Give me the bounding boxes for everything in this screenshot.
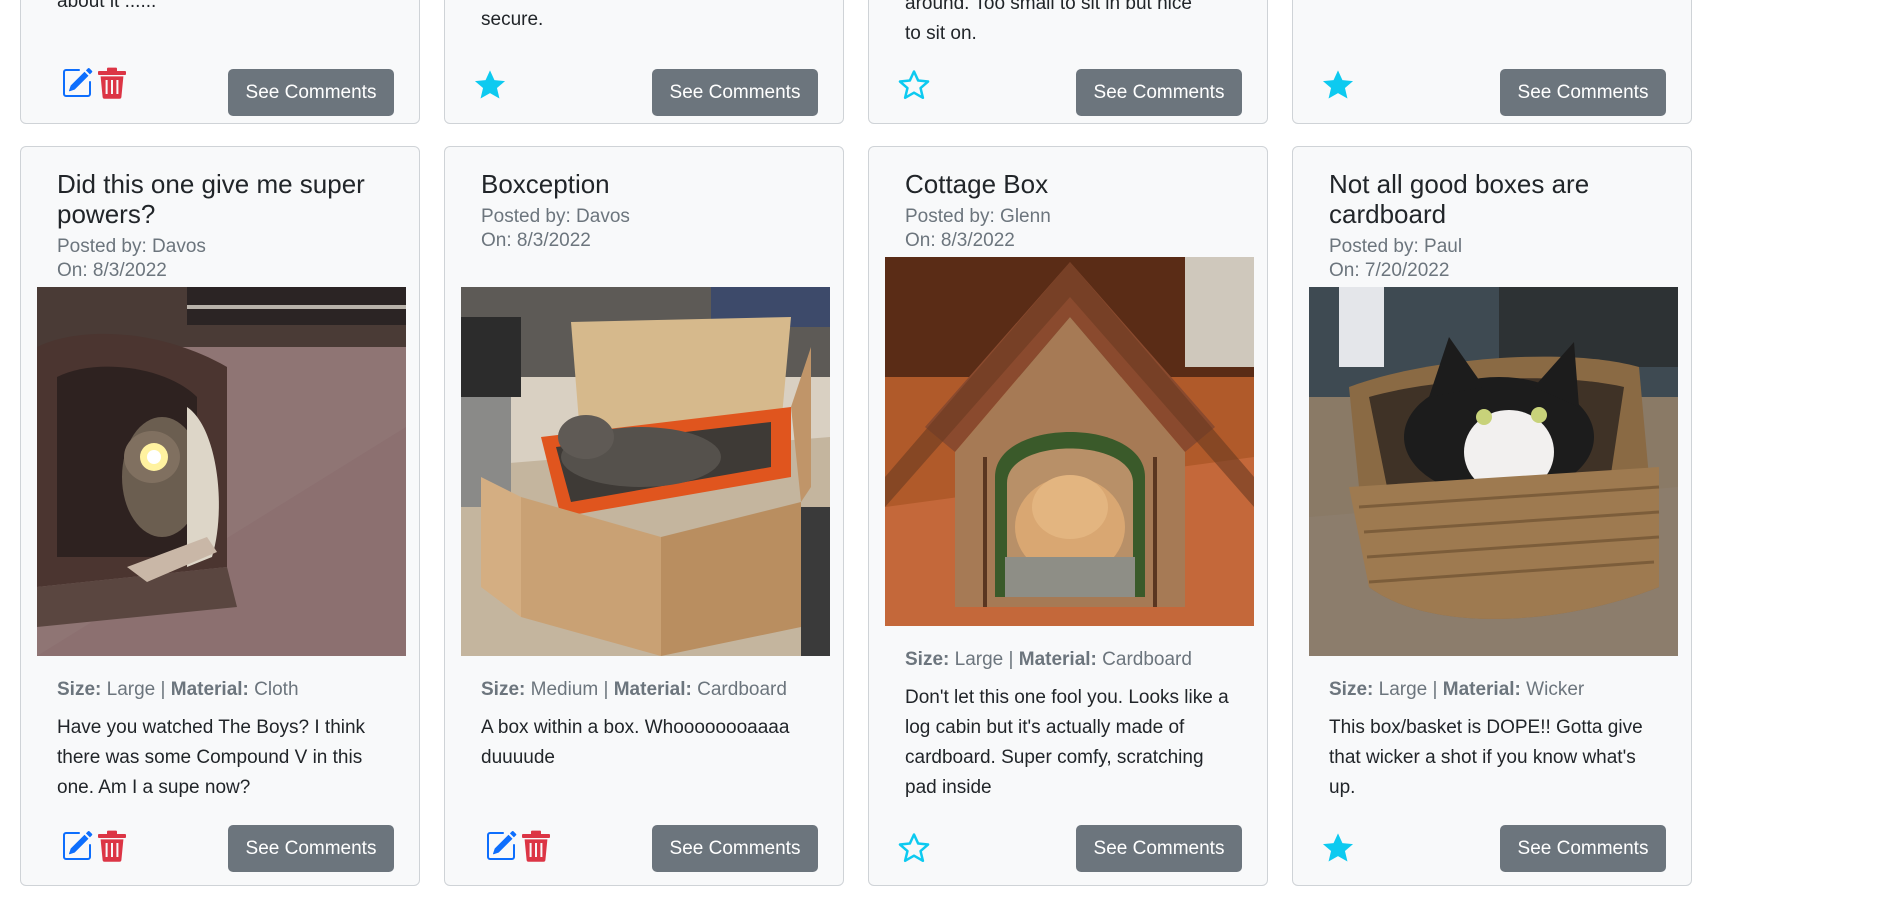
box-card: secure. See Comments (444, 0, 844, 124)
card-specs: Size: Large | Material: Cardboard (905, 649, 1192, 670)
edit-icon[interactable] (61, 830, 93, 862)
trash-icon[interactable] (97, 67, 127, 99)
posted-on: On: 8/3/2022 (905, 230, 1015, 251)
see-comments-button[interactable]: See Comments (1076, 69, 1242, 116)
photo-illustration (37, 287, 406, 656)
size-label: Size: (481, 679, 526, 700)
see-comments-button[interactable]: See Comments (652, 825, 818, 872)
box-card: around. Too small to sit in but nice to … (868, 0, 1268, 124)
card-title: Cottage Box (905, 169, 1049, 199)
size-value: Medium (530, 679, 599, 700)
card-title: Boxception (481, 169, 610, 199)
material-label: Material: (1018, 649, 1097, 670)
box-card: Cottage Box Posted by: Glenn On: 8/3/202… (868, 146, 1268, 886)
see-comments-button[interactable]: See Comments (1076, 825, 1242, 872)
material-value: Wicker (1526, 679, 1585, 700)
size-value: Large (1378, 679, 1428, 700)
material-label: Material: (613, 679, 692, 700)
posted-on: On: 8/3/2022 (481, 230, 591, 251)
star-outline-icon[interactable] (897, 69, 931, 101)
posted-on: On: 7/20/2022 (1329, 260, 1450, 281)
see-comments-button[interactable]: See Comments (228, 825, 394, 872)
box-card: Did this one give me super powers? Poste… (20, 146, 420, 886)
size-value: Large (954, 649, 1004, 670)
size-label: Size: (1329, 679, 1374, 700)
cat-in-cloth-cave-photo (37, 287, 406, 656)
trash-icon[interactable] (521, 830, 551, 862)
card-description: This box/basket is DOPE!! Gotta give tha… (1329, 717, 1643, 798)
star-outline-icon[interactable] (897, 832, 931, 864)
box-card: See Comments (1292, 0, 1692, 124)
card-description: about it ...... (57, 0, 157, 12)
card-description: around. Too small to sit in but nice to … (905, 0, 1235, 49)
description-line: to sit on. (905, 23, 977, 44)
star-filled-icon[interactable] (1321, 69, 1355, 101)
cat-in-wicker-basket-photo (1309, 287, 1678, 656)
posted-by: Posted by: Paul (1329, 236, 1463, 257)
material-value: Cardboard (1102, 649, 1192, 670)
card-description: Have you watched The Boys? I think there… (57, 717, 366, 798)
star-filled-icon[interactable] (1321, 832, 1355, 864)
cat-in-box-within-box-photo (461, 287, 830, 656)
material-value: Cloth (254, 679, 299, 700)
card-specs: Size: Large | Material: Wicker (1329, 679, 1585, 700)
box-card: Not all good boxes are cardboard Posted … (1292, 146, 1692, 886)
see-comments-button[interactable]: See Comments (228, 69, 394, 116)
see-comments-button[interactable]: See Comments (1500, 825, 1666, 872)
photo-illustration (461, 287, 830, 656)
posted-by: Posted by: Davos (481, 206, 630, 227)
card-title: Not all good boxes are cardboard (1329, 169, 1590, 229)
material-label: Material: (170, 679, 249, 700)
material-label: Material: (1442, 679, 1521, 700)
card-title: Did this one give me super powers? (57, 169, 365, 229)
size-value: Large (106, 679, 156, 700)
size-label: Size: (905, 649, 950, 670)
photo-illustration (885, 257, 1254, 626)
edit-icon[interactable] (485, 830, 517, 862)
see-comments-button[interactable]: See Comments (652, 69, 818, 116)
card-description: secure. (481, 9, 544, 30)
box-card: about it ...... See Comments (20, 0, 420, 124)
edit-icon[interactable] (61, 67, 93, 99)
card-description: Don't let this one fool you. Looks like … (905, 687, 1229, 798)
cat-in-cardboard-cabin-photo (885, 257, 1254, 626)
posted-by: Posted by: Davos (57, 236, 206, 257)
see-comments-button[interactable]: See Comments (1500, 69, 1666, 116)
posted-by: Posted by: Glenn (905, 206, 1051, 227)
description-line: around. Too small to sit in but nice (905, 0, 1192, 14)
box-card: Boxception Posted by: Davos On: 8/3/2022… (444, 146, 844, 886)
star-filled-icon[interactable] (473, 69, 507, 101)
trash-icon[interactable] (97, 830, 127, 862)
card-description: A box within a box. Whoooooooaaaa duuuud… (481, 717, 790, 768)
card-specs: Size: Large | Material: Cloth (57, 679, 299, 700)
photo-illustration (1309, 287, 1678, 656)
size-label: Size: (57, 679, 102, 700)
card-specs: Size: Medium | Material: Cardboard (481, 679, 787, 700)
material-value: Cardboard (697, 679, 787, 700)
posted-on: On: 8/3/2022 (57, 260, 167, 281)
